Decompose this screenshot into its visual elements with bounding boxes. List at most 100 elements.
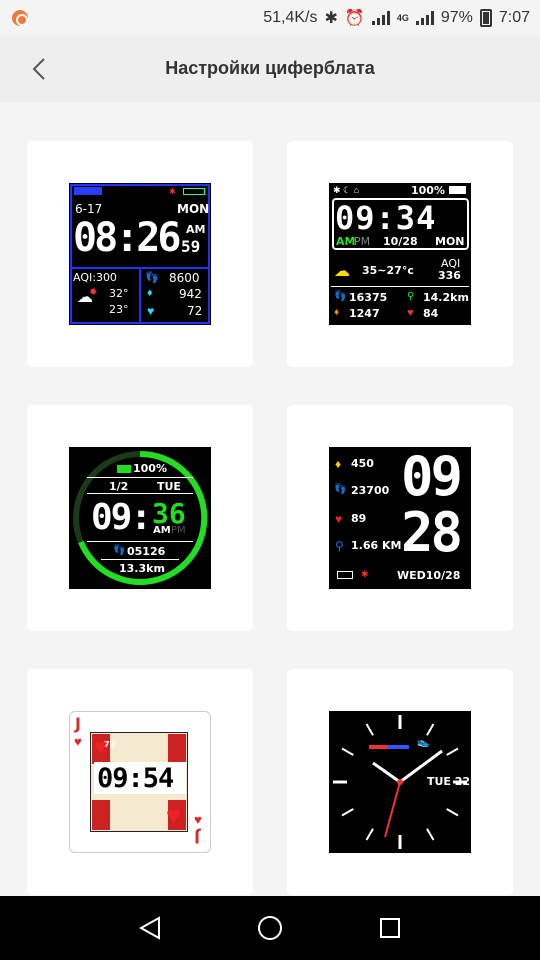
app-notification-icon <box>12 10 28 26</box>
heart-rate: 72 <box>187 304 203 318</box>
signal-icon <box>371 11 390 25</box>
aqi-value: 336 <box>438 269 461 282</box>
watch-face-card-6[interactable]: 👟 TUE 22 <box>287 669 513 895</box>
calories: 1247 <box>349 307 380 320</box>
status-bar: 51,4K/s ✱ ⏰ 4G 97% 7:07 <box>0 0 540 36</box>
location-icon: ⚲ <box>407 291 415 302</box>
pm: PM <box>354 235 371 248</box>
battery-percent: 97% <box>440 9 473 26</box>
battery-percent: 100% <box>411 184 445 197</box>
calories: 942 <box>179 287 202 301</box>
page-indicator: 1/2 <box>109 480 129 493</box>
pm: PM <box>171 525 186 536</box>
signal-icon-2 <box>415 11 434 25</box>
steps: 8600 <box>169 271 200 285</box>
aqi: AQI:300 <box>73 271 117 284</box>
battery-icon <box>449 186 466 194</box>
card-rank-top: J <box>75 714 81 733</box>
watch-face-card-2[interactable]: ✱ ☾ ⌂ 100% 09:34 AM PM 10/28 MON ☁ 35~27… <box>287 141 513 367</box>
distance: 13.3km <box>119 562 165 575</box>
flame-icon: ♦ <box>147 287 153 299</box>
triangle-back-icon <box>139 916 160 940</box>
page-title: Настройки циферблата <box>165 58 375 78</box>
battery-icon <box>117 465 131 473</box>
heart-icon: ♥ <box>147 304 155 318</box>
heart-icon: ♥ <box>407 307 414 319</box>
bluetooth-icon: ✱ <box>361 569 369 579</box>
date: 10/28 <box>383 235 418 248</box>
card-rank-bottom: J <box>194 828 200 847</box>
weekday: TUE <box>157 480 181 493</box>
watch-face-card-5[interactable]: J ♥ ♥ 72 09:54 ♥ ♥ J <box>27 669 253 895</box>
footsteps-icon: 👣 <box>113 545 126 556</box>
weather-icon: ☁ <box>334 263 350 280</box>
distance: 1.66 KM <box>351 539 402 552</box>
am: AM <box>153 525 171 536</box>
seconds: 59 <box>181 237 201 256</box>
network-speed: 51,4K/s <box>263 9 318 26</box>
weekday: MON <box>177 202 210 216</box>
alarm-icon: ⏰ <box>344 10 365 27</box>
heart-icon-small: ♥ <box>194 812 202 827</box>
heart-icon-bottom: ♥ <box>166 800 182 830</box>
hour: 09 <box>401 447 463 508</box>
flame-icon: ♦ <box>334 307 340 318</box>
footsteps-icon: 👣 <box>145 272 159 284</box>
time-hour: 09: <box>91 497 152 538</box>
flame-icon: ♦ <box>335 457 342 471</box>
date: WED10/28 <box>397 569 461 582</box>
time: 08:26 <box>73 215 181 261</box>
steps: 16375 <box>349 291 388 304</box>
watch-face-card-1[interactable]: ✱ 6-17 MON 08:26 AM 59 AQI:300 ☁ ✹ 32° 2… <box>27 141 253 367</box>
date: TUE 22 <box>427 775 471 788</box>
heart-icon: ♥ <box>74 734 82 749</box>
minute: 28 <box>401 501 463 564</box>
location-icon: ⚲ <box>335 539 344 553</box>
time: 09:54 <box>97 763 174 794</box>
battery-icon <box>479 9 492 27</box>
steps: 23700 <box>351 484 390 497</box>
watch-face-preview-2: ✱ ☾ ⌂ 100% 09:34 AM PM 10/28 MON ☁ 35~27… <box>329 183 471 325</box>
nav-back-button[interactable] <box>134 912 166 944</box>
watch-face-preview-3: 100% 1/2 TUE 09: 36 AM PM 👣 05126 13.3km <box>69 447 211 589</box>
watch-face-card-3[interactable]: 100% 1/2 TUE 09: 36 AM PM 👣 05126 13.3km <box>27 405 253 631</box>
distance: 14.2km <box>423 291 469 304</box>
heart-rate: 84 <box>423 307 439 320</box>
battery-percent: 100% <box>133 462 167 475</box>
navigation-bar <box>0 896 540 960</box>
weekday: MON <box>435 235 465 248</box>
am-pm: AM <box>186 223 206 236</box>
date: 6-17 <box>75 202 103 216</box>
square-recents-icon <box>380 918 400 938</box>
battery-icon <box>183 188 205 195</box>
circle-home-icon <box>258 916 282 940</box>
status-icons: ✱ ☾ ⌂ <box>333 185 360 195</box>
header: Настройки циферблата <box>0 36 540 102</box>
network-type: 4G <box>396 13 409 23</box>
clock: 7:07 <box>498 9 530 26</box>
heart-value: 72 <box>104 740 116 749</box>
shoe-icon: 👟 <box>417 737 430 748</box>
watch-face-preview-6: 👟 TUE 22 <box>329 711 471 853</box>
watch-face-preview-1: ✱ 6-17 MON 08:26 AM 59 AQI:300 ☁ ✹ 32° 2… <box>69 183 211 325</box>
watch-face-card-4[interactable]: ♦ 450 👣 23700 ♥ 89 ⚲ 1.66 KM 09 28 ✱ WED… <box>287 405 513 631</box>
temperature: 35~27°c <box>362 264 414 277</box>
watch-face-preview-4: ♦ 450 👣 23700 ♥ 89 ⚲ 1.66 KM 09 28 ✱ WED… <box>329 447 471 589</box>
battery-icon <box>337 571 353 579</box>
watch-face-preview-5: J ♥ ♥ 72 09:54 ♥ ♥ J <box>69 711 211 853</box>
bluetooth-icon: ✱ <box>169 187 176 196</box>
steps: 05126 <box>127 545 166 558</box>
bluetooth-icon: ✱ <box>324 10 338 27</box>
footsteps-icon: 👣 <box>334 291 347 302</box>
temp-low: 23° <box>109 303 129 316</box>
time: 09:34 <box>335 199 437 237</box>
heart-icon: ♥ <box>335 512 343 526</box>
sun-icon: ✹ <box>89 287 98 298</box>
temp-high: 32° <box>109 287 129 300</box>
am: AM <box>336 235 356 248</box>
footsteps-icon: 👣 <box>334 484 347 495</box>
nav-home-button[interactable] <box>254 912 286 944</box>
nav-recents-button[interactable] <box>374 912 406 944</box>
calories: 450 <box>351 457 374 470</box>
heart-rate: 89 <box>351 512 367 525</box>
